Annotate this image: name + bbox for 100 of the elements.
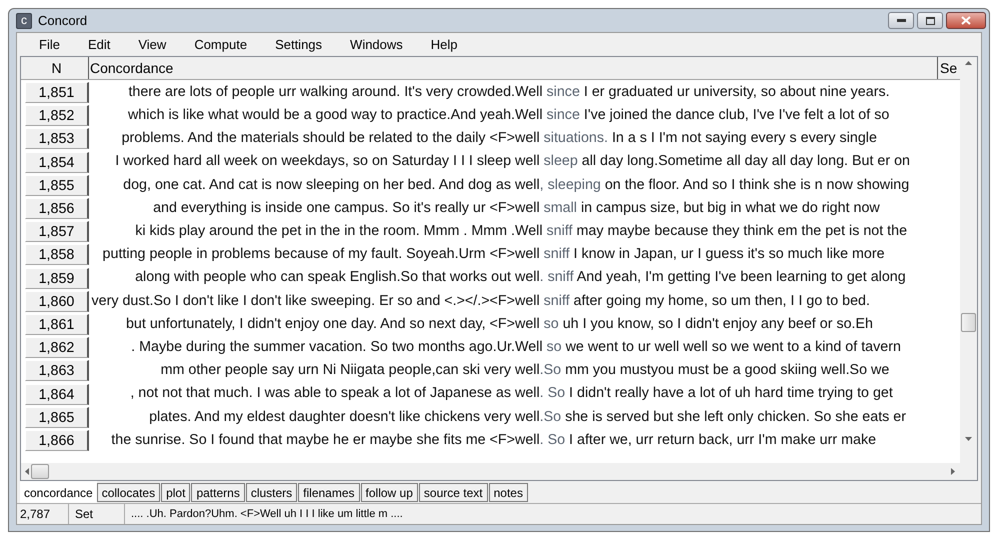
app-icon: c — [16, 12, 32, 28]
search-word: well — [515, 176, 540, 195]
menu-item[interactable]: Settings — [261, 34, 336, 55]
search-word: well — [515, 152, 540, 172]
column-header[interactable]: Concordance — [89, 57, 938, 79]
left-context: but unfortunately, I didn't enjoy one day. And so next day, <F> — [124, 314, 515, 334]
menu-item[interactable]: Compute — [180, 34, 262, 55]
menu-item[interactable]: File — [25, 34, 74, 55]
collocate: sleep — [542, 152, 578, 172]
left-context: problems. And the materials should be related to the daily <F> — [120, 129, 515, 148]
left-context: very dust.So I don't like I don't like sweeping. Er so and <.></.><F> — [90, 292, 515, 311]
scroll-thumb[interactable] — [961, 313, 976, 332]
right-context: may maybe because they think em the pet is not the — [575, 222, 908, 241]
column-header[interactable]: Se — [938, 57, 960, 79]
collocate: since — [546, 106, 580, 126]
tab[interactable]: follow up — [360, 483, 418, 502]
left-context: which is like what would be a good way to practice.And yeah. — [126, 106, 515, 126]
left-context: there are lots of people urr walking around. It's very crowded. — [127, 82, 515, 102]
collocate: since — [546, 82, 580, 102]
right-context: In a s I I'm not saying every s every single — [610, 129, 877, 148]
row-number: 1,863 — [25, 360, 89, 382]
row-number: 1,856 — [25, 198, 89, 220]
menu-item[interactable]: Windows — [336, 34, 417, 55]
row-number: 1,865 — [25, 406, 89, 428]
menu-item[interactable]: View — [124, 34, 180, 55]
tab[interactable]: collocates — [96, 483, 160, 502]
collocate: . So — [540, 430, 566, 450]
tab[interactable]: filenames — [298, 483, 360, 502]
search-word: well — [515, 245, 540, 264]
menu-item[interactable]: Help — [416, 34, 472, 55]
collocate: sniff — [546, 222, 572, 241]
maximize-icon — [926, 16, 934, 24]
right-context: uh I you know, so I didn't enjoy any beef or so.Eh — [562, 314, 873, 334]
maximize-button[interactable] — [917, 12, 943, 29]
tab[interactable]: patterns — [191, 483, 245, 502]
left-context: ki kids play around the pet in the in the room. Mmm . Mmm . — [134, 222, 515, 241]
search-word: well — [515, 361, 540, 380]
search-word: well — [515, 292, 540, 311]
left-context: plates. And my eldest daughter doesn't like chickens very — [148, 408, 512, 426]
search-word: Well — [515, 106, 543, 126]
row-number: 1,855 — [25, 174, 89, 196]
left-arrow-icon — [25, 468, 29, 475]
search-word: well — [515, 314, 540, 334]
search-word: well — [515, 198, 540, 218]
left-context: the sunrise. So I found that maybe he er maybe she fits me <F> — [110, 430, 515, 450]
right-context: all day long.Sometime all day all day long. But er on — [580, 152, 910, 172]
search-word: well — [515, 430, 540, 450]
close-icon — [961, 16, 971, 25]
collocate: sniff — [542, 245, 570, 264]
collocate: .So — [540, 408, 562, 426]
horizontal-scrollbar[interactable] — [21, 463, 977, 480]
search-word: well — [515, 384, 540, 404]
row-number: 1,857 — [25, 221, 89, 242]
right-context: I er graduated ur university, so about nine years. — [582, 82, 890, 102]
minimize-button[interactable] — [888, 12, 914, 29]
window-title: Concord — [38, 12, 88, 30]
right-context: we went to ur well well so we went to a kind of tavern — [564, 338, 901, 357]
right-context: she is served but she left only chicken. So she eats er — [564, 408, 906, 426]
right-context: I didn't really have a lot of uh hard time trying to get — [568, 384, 893, 404]
tab[interactable]: clusters — [246, 483, 298, 502]
row-number: 1,862 — [25, 337, 89, 358]
collocate: so — [542, 314, 559, 334]
tab[interactable]: concordance — [20, 481, 97, 503]
tab[interactable]: notes — [488, 483, 528, 502]
left-context: , not not that much. I was able to speak a lot of Japanese as — [129, 384, 512, 404]
scroll-thumb[interactable] — [31, 464, 49, 479]
row-number: 1,858 — [25, 244, 89, 266]
left-context: . Maybe during the summer vacation. So two months ago.Ur. — [130, 338, 515, 357]
vertical-scrollbar[interactable] — [960, 57, 977, 463]
collocate: . So — [540, 384, 566, 404]
collocate: situations. — [542, 129, 608, 148]
right-context: on the floor. And so I think she is n now showing — [604, 176, 910, 195]
row-number: 1,851 — [25, 82, 89, 104]
menu-item[interactable]: Edit — [74, 34, 124, 55]
tab[interactable]: plot — [161, 483, 190, 502]
left-context: along with people who can speak English.So that works out — [134, 268, 512, 288]
search-word: well — [515, 408, 540, 426]
collocate: sniff — [542, 292, 570, 311]
minimize-icon — [896, 19, 906, 22]
tab[interactable]: source text — [418, 483, 488, 502]
right-context: And yeah, I'm getting I've been learning to get along — [576, 268, 906, 288]
down-arrow-icon — [965, 437, 972, 441]
row-number: 1,859 — [25, 268, 89, 289]
search-word: well — [515, 129, 540, 148]
row-number: 1,864 — [25, 384, 89, 405]
collocate: , sleeping — [540, 176, 601, 195]
context-text: .... .Uh. Pardon?Uhm. <F>Well uh I I I like um little m .... — [130, 507, 404, 522]
row-number: 1,861 — [25, 314, 89, 335]
right-context: I after we, urr return back, urr I'm make urr make — [568, 430, 876, 450]
search-word: well — [515, 268, 540, 288]
right-context: after going my home, so um then, I I go to bed. — [572, 292, 870, 311]
row-number: 1,860 — [25, 290, 89, 312]
search-word: Well — [515, 82, 543, 102]
left-context: I worked hard all week on weekdays, so on Saturday I I I sleep — [114, 152, 512, 172]
right-context: I've joined the dance club, I've I've felt a lot of so — [582, 106, 890, 126]
close-button[interactable] — [946, 12, 986, 29]
row-number: 1,853 — [25, 128, 89, 150]
left-context: dog, one cat. And cat is now sleeping on her bed. And dog as — [122, 176, 512, 195]
row-number: 1,854 — [25, 152, 89, 173]
set-label: Set — [69, 504, 125, 524]
